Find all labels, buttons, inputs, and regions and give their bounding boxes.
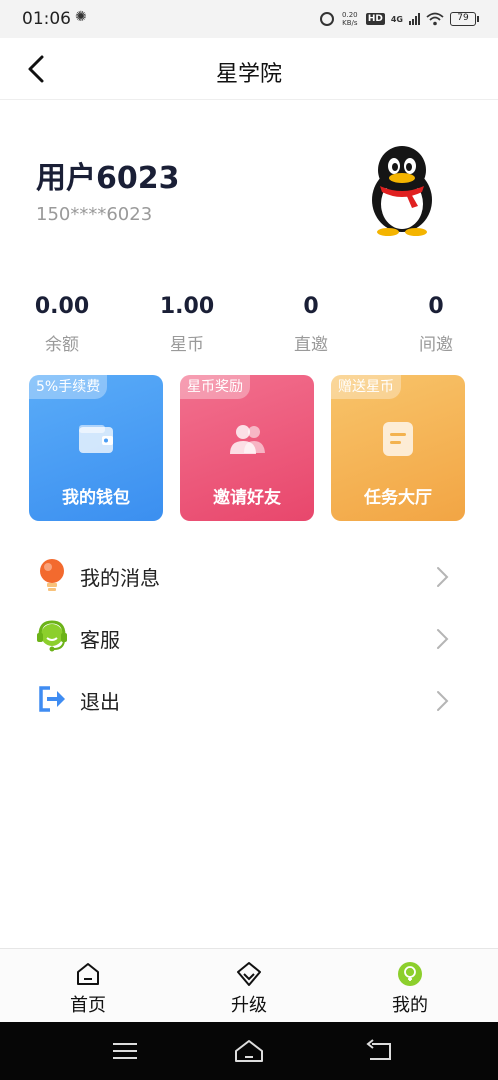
menu-label: 客服 — [80, 628, 120, 652]
tab-mine[interactable]: 我的 — [327, 949, 493, 1023]
bottom-tab-bar: 首页 升级 我的 — [0, 948, 498, 1022]
network-type: 4G — [390, 14, 403, 24]
user-name: 用户6023 — [36, 161, 180, 196]
stat-label: 间邀 — [419, 335, 453, 355]
stat-value: 0 — [428, 294, 444, 319]
back-nav-icon[interactable] — [364, 1038, 394, 1064]
diamond-icon — [237, 962, 261, 986]
menu-item-logout[interactable]: 退出 — [0, 671, 498, 727]
tab-label: 我的 — [392, 995, 428, 1016]
wallet-icon — [79, 425, 113, 453]
stat-direct-invites[interactable]: 0 直邀 — [261, 292, 361, 355]
chevron-right-icon — [437, 629, 449, 649]
users-icon — [230, 425, 265, 454]
wifi-icon — [426, 12, 444, 26]
card-task-hall[interactable]: 赠送星币 任务大厅 — [331, 375, 465, 521]
logout-icon — [39, 686, 65, 712]
tab-label: 升级 — [231, 995, 267, 1016]
menu-item-customer-service[interactable]: 客服 — [0, 609, 498, 665]
stats-row: 0.00 余额 1.00 星币 0 直邀 0 间邀 — [0, 292, 498, 355]
network-speed-unit: KB/s — [342, 19, 358, 27]
hd-badge: HD — [365, 13, 385, 25]
stat-value: 1.00 — [159, 294, 215, 319]
alarm-icon — [319, 12, 334, 26]
menu-label: 我的消息 — [80, 566, 160, 590]
status-time: 01:06 — [22, 9, 71, 29]
tab-upgrade[interactable]: 升级 — [166, 949, 332, 1023]
network-speed-value: 0.20 — [342, 11, 358, 19]
document-icon — [383, 422, 413, 456]
avatar[interactable] — [360, 142, 444, 238]
home-icon — [77, 963, 99, 985]
card-badge: 星币奖励 — [180, 375, 250, 399]
status-indicators: 0.20 KB/s HD 4G 79 — [319, 10, 479, 28]
lightbulb-icon — [40, 559, 64, 591]
stat-value: 0.00 — [34, 294, 90, 319]
chevron-right-icon — [437, 567, 449, 587]
tab-home[interactable]: 首页 — [5, 949, 171, 1023]
signal-icon — [409, 13, 420, 25]
stat-indirect-invites[interactable]: 0 间邀 — [386, 292, 486, 355]
stat-star-coins[interactable]: 1.00 星币 — [137, 292, 237, 355]
stat-balance[interactable]: 0.00 余额 — [12, 292, 112, 355]
battery-indicator: 79 — [450, 12, 479, 26]
card-badge: 5%手续费 — [29, 375, 108, 399]
system-navigation-bar — [0, 1022, 498, 1080]
card-badge: 赠送星币 — [331, 375, 401, 399]
card-invite-friends[interactable]: 星币奖励 邀请好友 — [180, 375, 314, 521]
stat-label: 星币 — [170, 335, 204, 355]
settings-notification-icon: ✺ — [75, 9, 87, 25]
profile-icon — [398, 962, 422, 986]
status-bar: 01:06 ✺ 0.20 KB/s HD 4G 79 — [0, 0, 498, 38]
tab-label: 首页 — [70, 995, 106, 1016]
network-speed: 0.20 KB/s — [340, 11, 360, 27]
chevron-right-icon — [437, 691, 449, 711]
menu-item-messages[interactable]: 我的消息 — [0, 547, 498, 603]
headset-icon — [37, 620, 67, 652]
card-wallet[interactable]: 5%手续费 我的钱包 — [29, 375, 163, 521]
card-label: 我的钱包 — [62, 488, 130, 508]
card-label: 任务大厅 — [364, 488, 432, 508]
stat-label: 直邀 — [294, 335, 328, 355]
card-label: 邀请好友 — [213, 488, 281, 508]
stat-value: 0 — [303, 294, 319, 319]
page-title: 星学院 — [215, 62, 282, 87]
user-phone: 150****6023 — [36, 204, 153, 225]
app-header: 星学院 — [0, 38, 498, 100]
menu-label: 退出 — [80, 690, 120, 714]
stat-label: 余额 — [45, 335, 79, 355]
home-nav-icon[interactable] — [234, 1038, 264, 1064]
menu-icon[interactable] — [110, 1038, 140, 1064]
